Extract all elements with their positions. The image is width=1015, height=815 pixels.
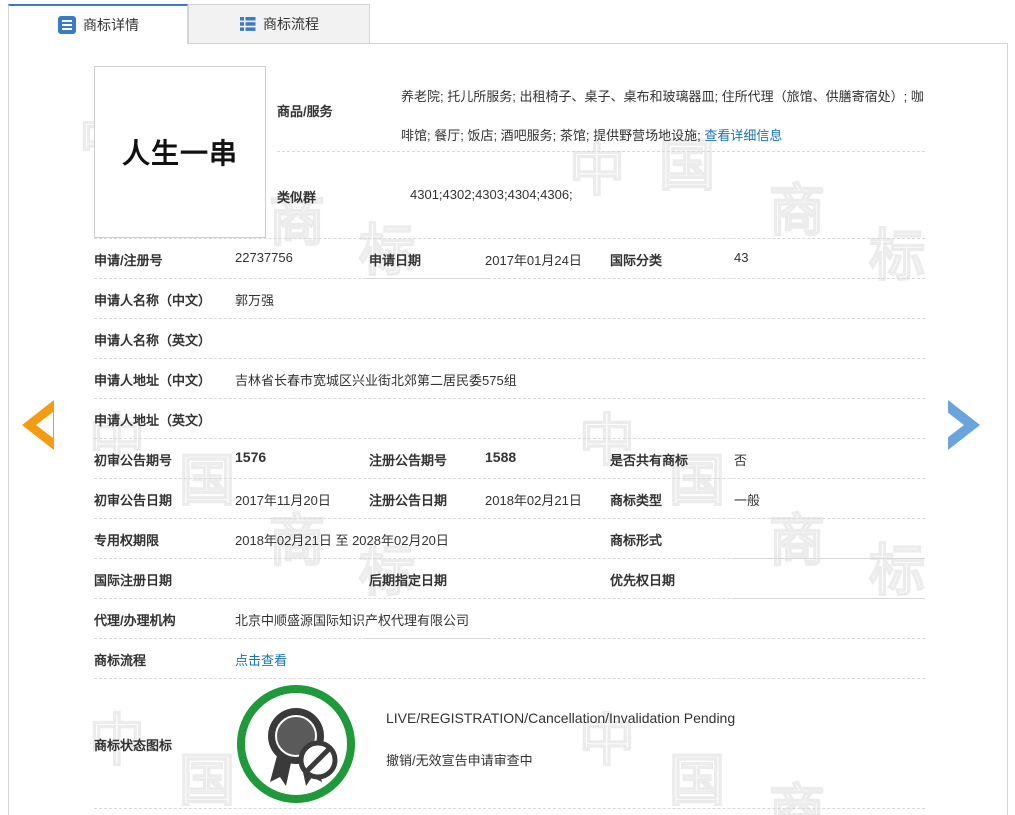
goods-services-label: 商品/服务 xyxy=(277,104,333,119)
prelim-date-value: 2017年11月20日 xyxy=(235,493,331,508)
reg-no-value: 22737756 xyxy=(235,250,293,265)
prelim-no-label: 初审公告期号 xyxy=(94,453,173,468)
applicant-cn-label: 申请人名称（中文） xyxy=(94,293,212,308)
watermark-glyph: 商 xyxy=(768,779,826,815)
divider xyxy=(94,678,925,679)
address-en-label: 申请人地址（英文） xyxy=(94,413,212,428)
status-badge-icon xyxy=(237,685,355,803)
applicant-en-label: 申请人名称（英文） xyxy=(94,333,212,348)
shared-label: 是否共有商标 xyxy=(610,453,689,468)
goods-services-text: 养老院; 托儿所服务; 出租椅子、桌子、桌布和玻璃器皿; 住所代理（旅馆、供膳寄… xyxy=(401,89,924,143)
agent-label: 代理/办理机构 xyxy=(94,613,176,628)
address-cn-value: 吉林省长春市宽城区兴业街北郊第二居民委575组 xyxy=(235,373,517,388)
trademark-logo-text: 人生一串 xyxy=(121,137,238,170)
flow-label: 商标流程 xyxy=(94,653,147,668)
watermark-glyph: 国 xyxy=(178,749,236,814)
app-date-value: 2017年01月24日 xyxy=(485,253,582,268)
agent-value: 北京中顺盛源国际知识产权代理有限公司 xyxy=(235,613,470,628)
tm-form-label: 商标形式 xyxy=(610,533,663,548)
divider xyxy=(94,398,925,399)
divider xyxy=(94,358,925,359)
reg-pub-date-label: 注册公告日期 xyxy=(369,493,448,508)
prelim-no-value: 1576 xyxy=(235,449,267,465)
reg-pub-date-value: 2018年02月21日 xyxy=(485,493,582,508)
reg-pub-no-value: 1588 xyxy=(485,449,517,465)
watermark-glyph: 商 xyxy=(768,509,826,574)
grid-list-icon xyxy=(239,15,257,33)
list-icon xyxy=(57,15,77,35)
exclusive-term-value: 2018年02月21日 至 2028年02月20日 xyxy=(235,533,449,548)
tab-label: 商标流程 xyxy=(263,16,319,32)
watermark-glyph: 国 xyxy=(178,449,236,514)
intl-class-label: 国际分类 xyxy=(610,253,663,268)
intl-reg-date-label: 国际注册日期 xyxy=(94,573,173,588)
reg-pub-no-label: 注册公告期号 xyxy=(369,453,448,468)
prelim-date-label: 初审公告日期 xyxy=(94,493,173,508)
divider xyxy=(94,478,925,479)
divider xyxy=(94,638,925,639)
view-flow-link[interactable]: 点击查看 xyxy=(235,650,287,669)
tab-trademark-details[interactable]: 商标详情 xyxy=(8,4,188,44)
divider xyxy=(277,151,925,152)
later-date-label: 后期指定日期 xyxy=(369,573,448,588)
similar-group-value: 4301;4302;4303;4304;4306; xyxy=(410,187,573,202)
address-cn-label: 申请人地址（中文） xyxy=(94,373,212,388)
goods-services-value: 养老院; 托儿所服务; 出租椅子、桌子、桌布和玻璃器皿; 住所代理（旅馆、供膳寄… xyxy=(401,77,926,155)
tab-label: 商标详情 xyxy=(83,17,139,33)
divider xyxy=(94,238,925,239)
intl-class-value: 43 xyxy=(734,250,749,265)
divider xyxy=(366,638,488,639)
divider xyxy=(94,278,925,279)
status-text-en: LIVE/REGISTRATION/Cancellation/Invalidat… xyxy=(386,710,736,726)
divider xyxy=(94,318,925,319)
divider xyxy=(366,278,488,279)
watermark-glyph: 标 xyxy=(868,539,926,604)
tm-type-label: 商标类型 xyxy=(610,493,663,508)
tm-type-value: 一般 xyxy=(734,493,761,508)
reg-no-label: 申请/注册号 xyxy=(94,253,163,268)
divider xyxy=(94,808,925,809)
exclusive-term-label: 专用权期限 xyxy=(94,533,160,548)
app-date-label: 申请日期 xyxy=(369,253,422,268)
watermark-glyph: 商 xyxy=(768,179,826,244)
next-arrow-notch xyxy=(947,412,964,438)
divider xyxy=(94,438,925,439)
shared-value: 否 xyxy=(734,453,748,468)
trademark-image: 人生一串 xyxy=(94,66,266,238)
tab-trademark-flow[interactable]: 商标流程 xyxy=(188,4,370,44)
divider xyxy=(732,558,925,559)
applicant-cn-value: 郭万强 xyxy=(235,293,275,308)
prev-arrow-notch xyxy=(36,412,53,438)
watermark-glyph: 国 xyxy=(668,749,726,814)
trademark-detail-panel: 中 国 中 商 标 商 标 中 国 商 标 中 国 商 标 中 国 中 国 商 … xyxy=(8,43,1008,815)
similar-group-label: 类似群 xyxy=(277,190,317,205)
status-text-cn: 撤销/无效宣告申请审查中 xyxy=(386,753,533,768)
divider xyxy=(94,518,925,519)
view-details-link[interactable]: 查看详细信息 xyxy=(704,128,782,143)
status-icon-label: 商标状态图标 xyxy=(94,738,173,753)
priority-date-label: 优先权日期 xyxy=(610,573,676,588)
tab-bar: 商标详情 商标流程 xyxy=(8,4,1008,44)
divider xyxy=(732,598,925,599)
